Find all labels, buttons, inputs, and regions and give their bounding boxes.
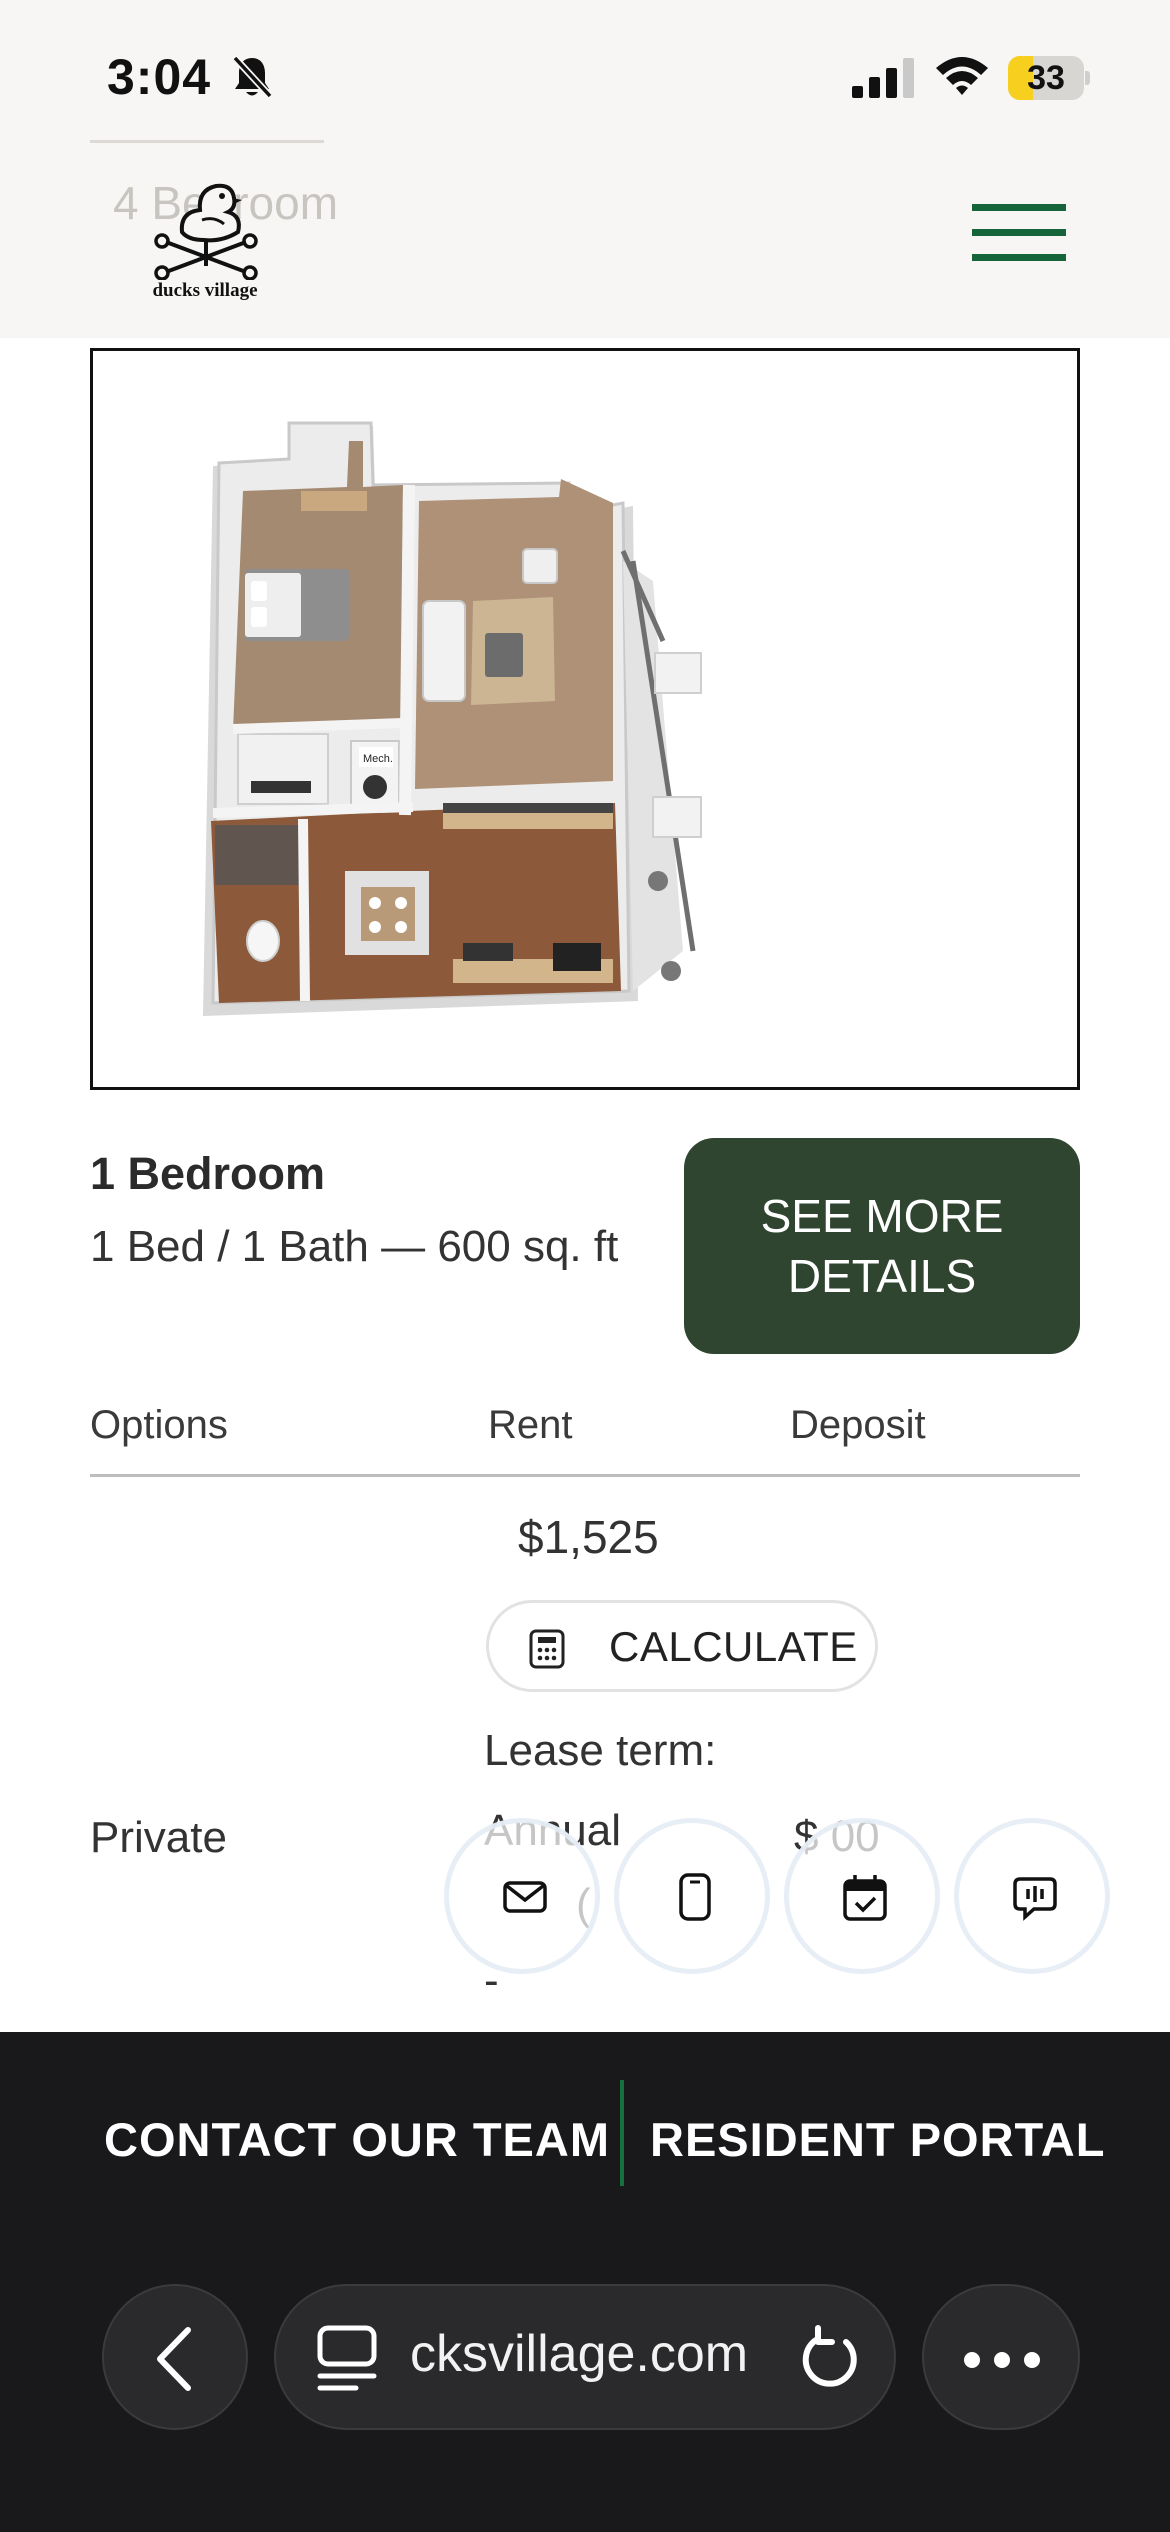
chat-icon: [1013, 1877, 1057, 1921]
see-more-label-line1: SEE MORE: [760, 1190, 1004, 1242]
calendar-check-icon: [843, 1875, 887, 1921]
column-header-rent: Rent: [488, 1403, 573, 1447]
tabs-icon: [317, 2325, 377, 2391]
browser-back-button[interactable]: [102, 2284, 248, 2430]
column-header-deposit: Deposit: [790, 1403, 926, 1447]
wifi-icon: [936, 57, 988, 95]
contact-our-team-link[interactable]: CONTACT OUR TEAM: [104, 2112, 610, 2167]
table-header-divider: [90, 1474, 1080, 1477]
more-dot: [994, 2352, 1010, 2368]
footer-bar: [0, 2032, 1170, 2532]
schedule-tour-button[interactable]: [784, 1818, 940, 1974]
cellular-signal-icon: [852, 58, 914, 98]
ducks-village-logo[interactable]: ducks village: [142, 170, 268, 301]
header-rule: [90, 140, 324, 143]
address-bar[interactable]: cksvillage.com: [274, 2284, 896, 2430]
back-chevron-icon: [157, 2327, 191, 2391]
top-header-area: 3:04 33 4 Bedroom ducks village: [0, 0, 1170, 338]
mech-label: Mech.: [363, 753, 393, 765]
mail-icon: [503, 1881, 547, 1913]
battery-nub: [1085, 71, 1090, 85]
calculator-icon: [529, 1629, 565, 1669]
option-private: Private: [90, 1813, 227, 1862]
phone-action-button[interactable]: [614, 1818, 770, 1974]
unit-specs: 1 Bed / 1 Bath — 600 sq. ft: [90, 1222, 619, 1271]
status-time: 3:04: [107, 49, 212, 105]
phone-icon: [679, 1873, 711, 1921]
battery-percentage: 33: [1027, 59, 1065, 97]
more-dots-icon: [964, 2352, 980, 2368]
column-header-options: Options: [90, 1403, 228, 1447]
reload-icon[interactable]: [796, 2322, 862, 2394]
floorplan-illustration: Mech.: [203, 421, 702, 1016]
see-more-details-button[interactable]: SEE MORE DETAILS: [684, 1138, 1080, 1354]
duck-logo-icon: [154, 183, 258, 280]
logo-text: ducks village: [152, 280, 258, 301]
menu-line: [972, 254, 1066, 261]
menu-line: [972, 229, 1066, 236]
lease-term-label: Lease term:: [484, 1726, 717, 1775]
url-text: cksvillage.com: [410, 2325, 749, 2383]
calculate-label: CALCULATE: [609, 1623, 858, 1670]
footer-separator: [620, 2080, 624, 2186]
resident-portal-link[interactable]: RESIDENT PORTAL: [650, 2112, 1105, 2167]
rent-value: $1,525: [518, 1511, 659, 1563]
hamburger-menu-icon[interactable]: [972, 200, 1066, 266]
menu-line: [972, 204, 1066, 211]
bell-slash-icon: [232, 55, 273, 99]
battery-icon: 33: [1008, 56, 1090, 100]
more-dot: [1024, 2352, 1040, 2368]
browser-more-button[interactable]: [922, 2284, 1080, 2430]
unit-name: 1 Bedroom: [90, 1148, 326, 1199]
calculate-button[interactable]: CALCULATE: [486, 1600, 878, 1692]
email-action-button[interactable]: [444, 1818, 600, 1974]
chat-action-button[interactable]: [954, 1818, 1110, 1974]
see-more-label-line2: DETAILS: [787, 1250, 977, 1302]
floorplan-image[interactable]: Mech.: [90, 348, 1080, 1090]
